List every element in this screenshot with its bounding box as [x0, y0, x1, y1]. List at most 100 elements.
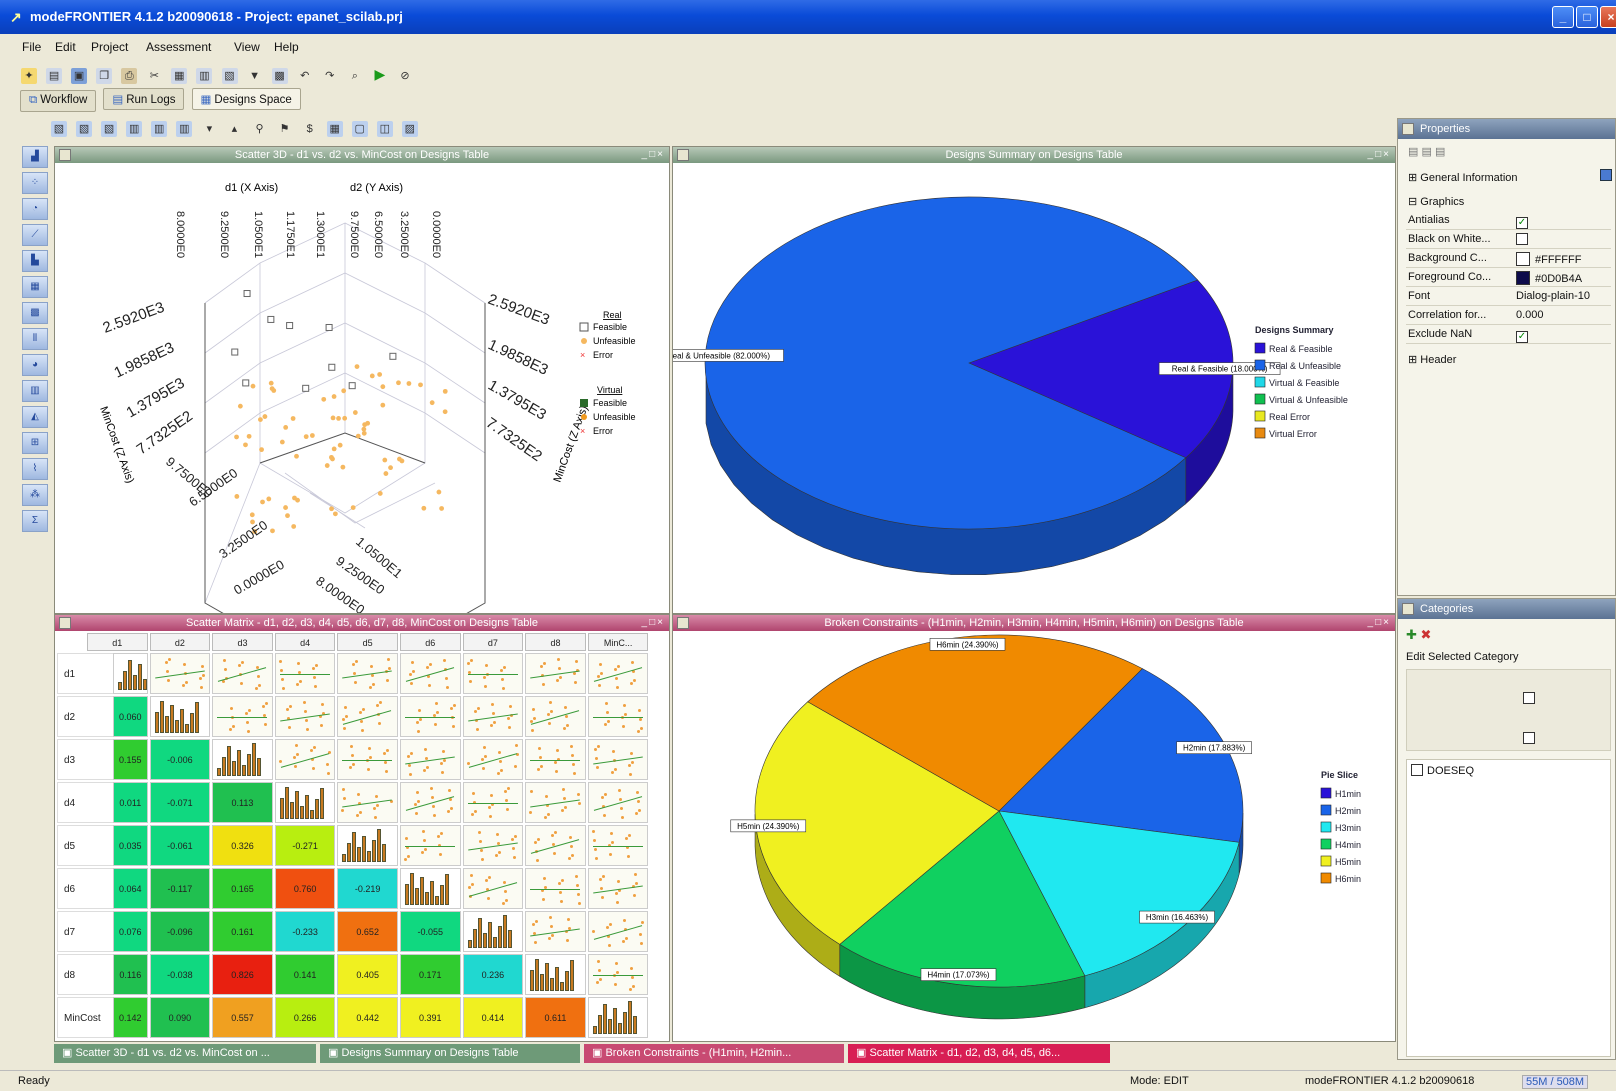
scatter-cell[interactable] — [462, 868, 524, 909]
tab-designs-space[interactable]: ▦ Designs Space — [191, 88, 301, 110]
tile-icon[interactable]: ▥ — [126, 121, 143, 137]
print-icon[interactable]: ⎙ — [121, 68, 138, 84]
category-list[interactable]: DOESEQ — [1406, 759, 1611, 1057]
scatter-cell[interactable] — [400, 782, 461, 823]
dollar-icon[interactable]: $ — [302, 121, 318, 137]
scatter-cell[interactable] — [525, 653, 586, 694]
correlation-cell[interactable]: 0.155 — [113, 739, 148, 780]
correlation-cell[interactable]: 0.142 — [113, 997, 148, 1038]
tab-run-logs[interactable]: ▤ Run Logs — [103, 88, 185, 110]
histogram-cell[interactable] — [462, 911, 524, 952]
run-icon[interactable]: ▶ — [372, 66, 388, 82]
surface-chart-icon[interactable]: ◭ — [22, 406, 48, 428]
category-item[interactable]: DOESEQ — [1411, 764, 1474, 777]
correlation-cell[interactable]: -0.055 — [400, 911, 461, 952]
correlation-cell[interactable]: -0.271 — [274, 825, 336, 866]
correlation-cell[interactable]: -0.061 — [149, 825, 211, 866]
correlation-cell[interactable]: 0.236 — [462, 954, 524, 995]
scatter-cell[interactable] — [462, 782, 524, 823]
scatter-cell[interactable] — [462, 825, 524, 866]
correlation-cell[interactable]: 0.035 — [113, 825, 148, 866]
scatter-cell[interactable] — [525, 868, 586, 909]
correlation-cell[interactable]: 0.141 — [274, 954, 336, 995]
correlation-cell[interactable]: 0.326 — [212, 825, 273, 866]
scatter-cell[interactable] — [462, 739, 524, 780]
matrix-icon[interactable]: ▦ — [326, 121, 343, 137]
copy-icon[interactable]: ❐ — [96, 68, 113, 84]
scatter-cell[interactable] — [400, 739, 461, 780]
scatter-cell[interactable] — [525, 782, 586, 823]
scatter-cell[interactable] — [337, 653, 398, 694]
correlation-cell[interactable]: 0.826 — [212, 954, 273, 995]
close-button[interactable]: × — [1600, 6, 1616, 28]
scatter-cell[interactable] — [587, 696, 649, 737]
histogram-cell[interactable] — [587, 997, 649, 1038]
correlation-cell[interactable]: -0.096 — [149, 911, 211, 952]
histogram-cell[interactable] — [274, 782, 336, 823]
new-icon[interactable]: ✦ — [21, 68, 37, 84]
redo-icon[interactable]: ↷ — [322, 68, 338, 84]
designs-summary-panel[interactable]: Designs Summary on Designs Table _□× Rea… — [672, 146, 1396, 614]
scatter-cell[interactable] — [587, 825, 649, 866]
histogram-cell[interactable] — [149, 696, 211, 737]
foreground-swatch[interactable] — [1516, 271, 1530, 285]
background-swatch[interactable] — [1516, 252, 1530, 266]
up-icon[interactable]: ▴ — [226, 121, 242, 137]
flag-icon[interactable]: ⚑ — [277, 121, 293, 137]
scatter-cell[interactable] — [337, 696, 398, 737]
correlation-cell[interactable]: 0.266 — [274, 997, 336, 1038]
remove-category-icon[interactable]: ✖ — [1421, 627, 1432, 642]
broken-constraints-panel[interactable]: Broken Constraints - (H1min, H2min, H3mi… — [672, 614, 1396, 1042]
minimize-button[interactable]: _ — [1552, 6, 1574, 28]
prop-background[interactable]: Background C... #FFFFFF — [1406, 249, 1611, 268]
broken-constraints-pie[interactable]: H2min (17.883%) H3min (16.463%) H4min (17.… — [673, 631, 1395, 1041]
save-icon[interactable]: ▣ — [71, 68, 88, 84]
correlation-cell[interactable]: -0.038 — [149, 954, 211, 995]
correlation-cell[interactable]: 0.652 — [337, 911, 398, 952]
correlation-cell[interactable]: 0.076 — [113, 911, 148, 952]
scatter-cell[interactable] — [337, 739, 398, 780]
correlation-cell[interactable]: -0.219 — [337, 868, 398, 909]
collapse-icon[interactable]: ▤ — [1435, 146, 1445, 158]
menu-assessment[interactable]: Assessment — [146, 40, 211, 54]
correlation-chart-icon[interactable]: ⊞ — [22, 432, 48, 454]
statistics-chart-icon[interactable]: Σ — [22, 510, 48, 532]
table-icon[interactable]: ▥ — [196, 68, 213, 84]
scatter-cell[interactable] — [274, 653, 336, 694]
correlation-cell[interactable]: 0.171 — [400, 954, 461, 995]
scatter-cell[interactable] — [587, 911, 649, 952]
histogram-cell[interactable] — [212, 739, 273, 780]
table-chart-icon[interactable]: ▦ — [22, 276, 48, 298]
correlation-cell[interactable]: 0.391 — [400, 997, 461, 1038]
category-visible-checkbox[interactable] — [1523, 692, 1535, 704]
correlation-cell[interactable]: 0.116 — [113, 954, 148, 995]
bar-chart-icon[interactable]: ▙ — [22, 250, 48, 272]
scatter-cell[interactable] — [587, 739, 649, 780]
histogram-cell[interactable] — [400, 868, 461, 909]
scatter-cell[interactable] — [149, 653, 211, 694]
chart-copy-icon[interactable]: ▧ — [76, 121, 93, 137]
scatter3d-panel[interactable]: Scatter 3D - d1 vs. d2 vs. MinCost on De… — [54, 146, 670, 614]
scatter-matrix-panel[interactable]: Scatter Matrix - d1, d2, d3, d4, d5, d6,… — [54, 614, 670, 1042]
histogram-cell[interactable] — [113, 653, 148, 694]
scatter-cell[interactable] — [212, 696, 273, 737]
undo-icon[interactable]: ↶ — [297, 68, 313, 84]
scatter-cell[interactable] — [525, 739, 586, 780]
tab-workflow[interactable]: ⧉ Workflow — [20, 90, 97, 112]
correlation-cell[interactable]: -0.071 — [149, 782, 211, 823]
section-general-information[interactable]: ⊞ General Information — [1408, 171, 1518, 184]
correlation-cell[interactable]: -0.117 — [149, 868, 211, 909]
prop-foreground[interactable]: Foreground Co... #0D0B4A — [1406, 268, 1611, 287]
window-icon[interactable]: ▢ — [351, 121, 368, 137]
menu-file[interactable]: File — [22, 40, 41, 54]
histogram-cell[interactable] — [337, 825, 398, 866]
correlation-cell[interactable]: 0.165 — [212, 868, 273, 909]
correlation-cell[interactable]: 0.557 — [212, 997, 273, 1038]
panel-window-controls[interactable]: _□× — [1368, 615, 1391, 631]
correlation-cell[interactable]: -0.006 — [149, 739, 211, 780]
info-icon[interactable] — [1600, 169, 1612, 181]
history-chart-icon[interactable]: ▟ — [22, 146, 48, 168]
bubble-chart-icon[interactable]: ◔ — [22, 198, 48, 220]
scatter-cell[interactable] — [462, 653, 524, 694]
category-enable-checkbox[interactable] — [1523, 732, 1535, 744]
